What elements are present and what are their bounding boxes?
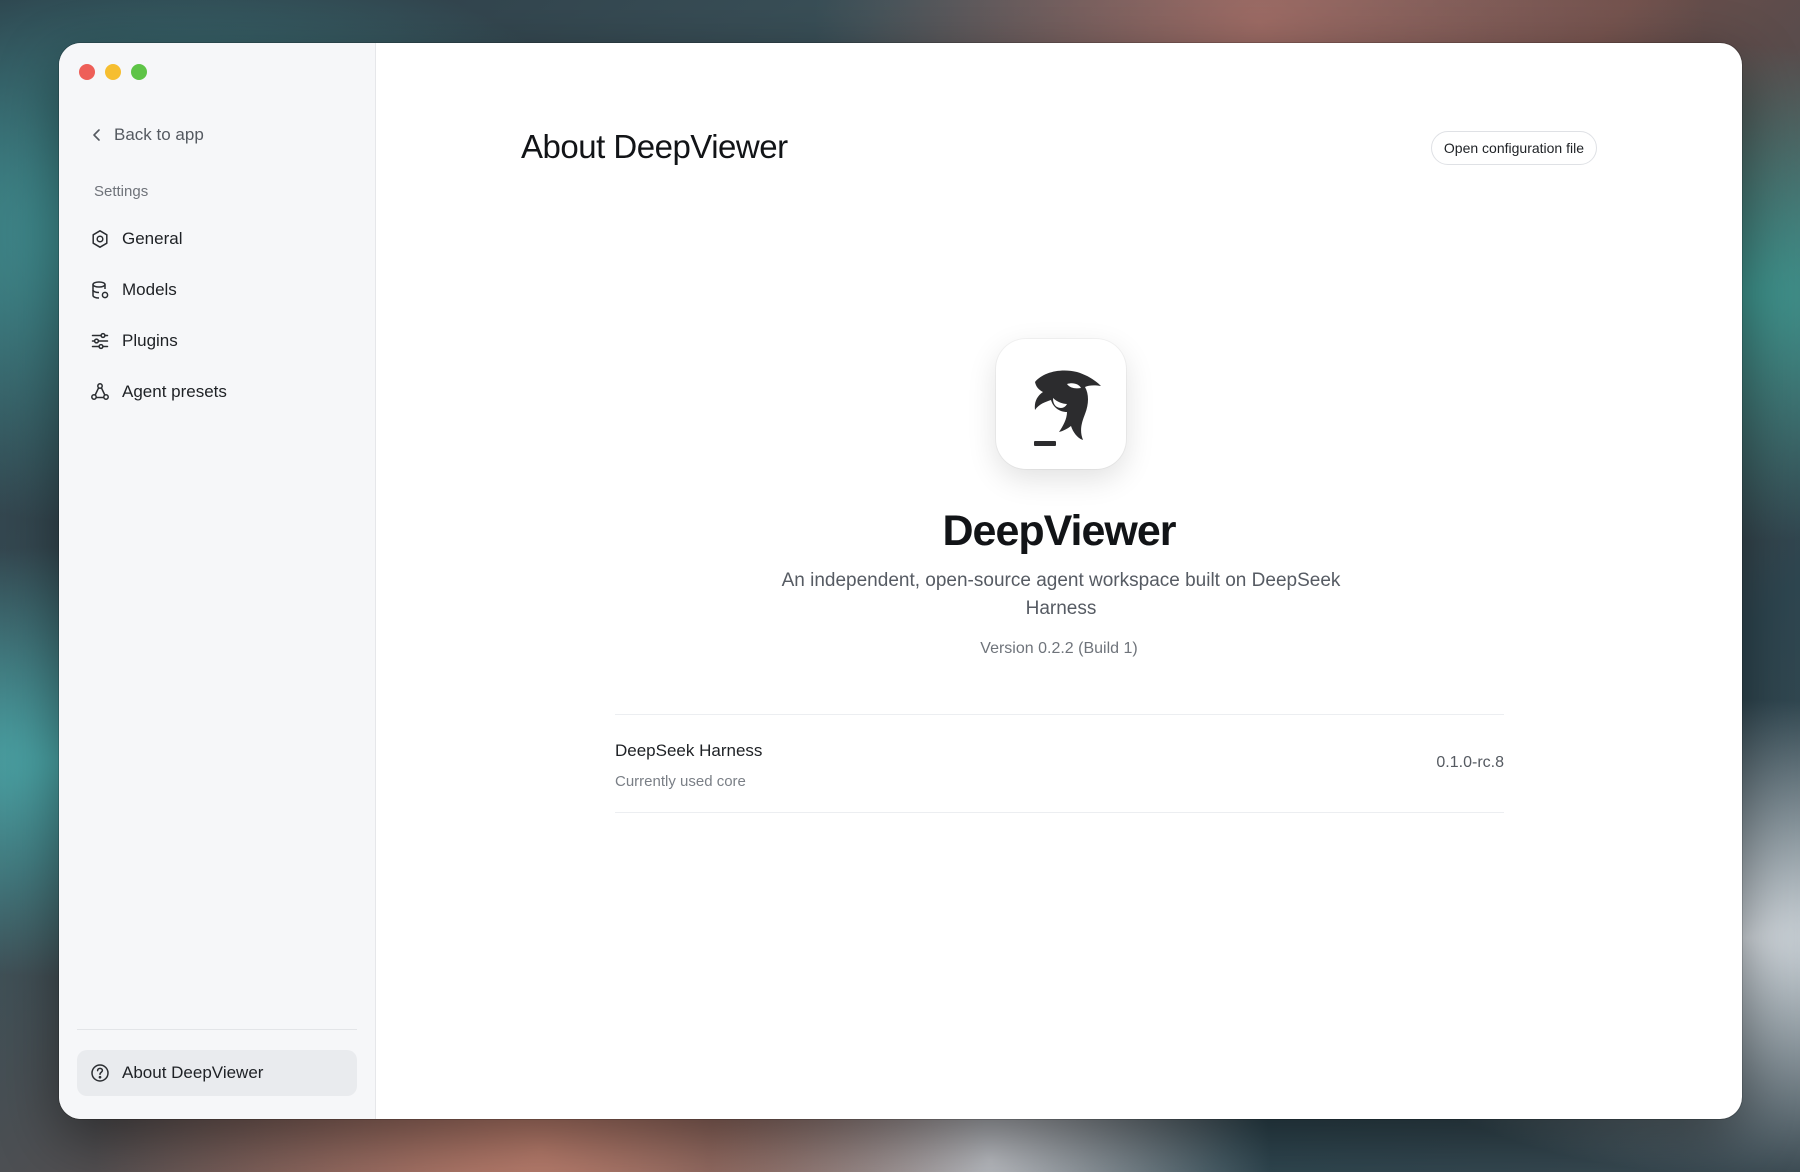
page-title: About DeepViewer bbox=[521, 128, 788, 165]
core-version: 0.1.0-rc.8 bbox=[1436, 754, 1504, 771]
back-to-app-link[interactable]: Back to app bbox=[90, 125, 204, 145]
maximize-window-button[interactable] bbox=[131, 64, 147, 80]
core-name: DeepSeek Harness bbox=[615, 741, 763, 760]
sidebar-item-plugins[interactable]: Plugins bbox=[77, 315, 357, 366]
minimize-window-button[interactable] bbox=[105, 64, 121, 80]
sidebar-item-general[interactable]: General bbox=[77, 213, 357, 264]
app-icon bbox=[996, 339, 1126, 469]
sidebar-item-label: General bbox=[122, 228, 183, 248]
database-icon bbox=[92, 280, 109, 299]
sidebar-item-label: Agent presets bbox=[122, 381, 227, 401]
core-info-row: DeepSeek Harness Currently used core 0.1… bbox=[615, 714, 1504, 813]
sidebar-item-models[interactable]: Models bbox=[77, 264, 357, 315]
orca-icon bbox=[1034, 370, 1101, 446]
app-tagline: An independent, open-source agent worksp… bbox=[781, 570, 1341, 619]
core-description: Currently used core bbox=[615, 773, 746, 790]
sidebar-item-agent-presets[interactable]: Agent presets bbox=[77, 366, 357, 417]
close-window-button[interactable] bbox=[79, 64, 95, 80]
back-to-app-label: Back to app bbox=[114, 125, 204, 144]
window-controls bbox=[79, 64, 147, 80]
sidebar-divider bbox=[77, 1029, 357, 1030]
sidebar-item-label: About DeepViewer bbox=[122, 1063, 264, 1082]
sidebar-item-about[interactable]: About DeepViewer bbox=[77, 1050, 357, 1096]
about-page: About DeepViewer Open configuration file… bbox=[376, 43, 1742, 1119]
gear-icon bbox=[92, 229, 108, 248]
question-circle-icon bbox=[91, 1064, 109, 1082]
agents-icon bbox=[91, 382, 109, 400]
open-configuration-file-button[interactable]: Open configuration file bbox=[1430, 131, 1597, 165]
sidebar-item-label: Models bbox=[122, 279, 177, 299]
chevron-left-icon bbox=[93, 129, 100, 141]
app-name: DeepViewer bbox=[942, 507, 1176, 555]
settings-section-label: Settings bbox=[94, 183, 149, 200]
settings-sidebar: Back to app Settings General Models Plug… bbox=[59, 43, 376, 1119]
sliders-icon bbox=[91, 332, 109, 349]
settings-window: Back to app Settings General Models Plug… bbox=[59, 43, 1742, 1119]
sidebar-item-label: Plugins bbox=[122, 330, 178, 350]
settings-nav: General Models Plugins Agent presets bbox=[77, 213, 357, 417]
app-version: Version 0.2.2 (Build 1) bbox=[980, 640, 1138, 657]
